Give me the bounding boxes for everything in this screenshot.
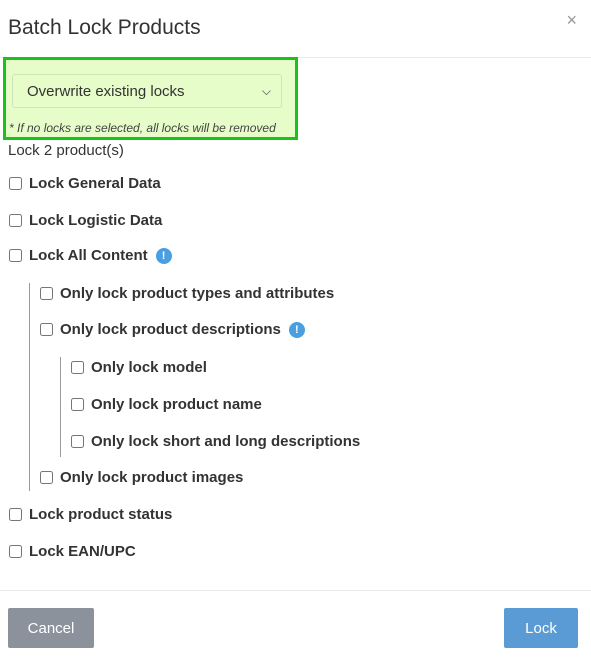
option-label: Only lock product name (91, 396, 262, 413)
info-icon[interactable]: ! (288, 321, 305, 338)
option-label: Lock Logistic Data (29, 212, 163, 229)
option-lock-product-name[interactable]: Only lock product name (71, 396, 262, 413)
checkbox-lock-product-name[interactable] (71, 398, 84, 411)
lock-button[interactable]: Lock (504, 608, 578, 648)
checkbox-lock-ean-upc[interactable] (9, 545, 22, 558)
option-lock-product-status[interactable]: Lock product status (9, 506, 172, 523)
tree-line-level-2 (60, 357, 61, 457)
option-label: Only lock model (91, 359, 207, 376)
option-lock-short-long-descriptions[interactable]: Only lock short and long descriptions (71, 433, 360, 450)
product-count-label: Lock 2 product(s) (8, 142, 124, 159)
modal-title: Batch Lock Products (8, 16, 201, 39)
cancel-button[interactable]: Cancel (8, 608, 94, 648)
option-lock-product-descriptions[interactable]: Only lock product descriptions ! (40, 321, 305, 338)
option-label: Lock EAN/UPC (29, 543, 136, 560)
option-lock-general-data[interactable]: Lock General Data (9, 175, 161, 192)
option-lock-product-images[interactable]: Only lock product images (40, 469, 243, 486)
option-label: Lock General Data (29, 175, 161, 192)
lock-mode-note: * If no locks are selected, all locks wi… (9, 121, 276, 135)
checkbox-lock-model[interactable] (71, 361, 84, 374)
modal-header: Batch Lock Products × (0, 0, 591, 58)
option-label: Only lock product descriptions (60, 321, 281, 338)
modal-footer: Cancel Lock (0, 590, 591, 657)
option-lock-ean-upc[interactable]: Lock EAN/UPC (9, 543, 136, 560)
option-lock-model[interactable]: Only lock model (71, 359, 207, 376)
option-lock-all-content[interactable]: Lock All Content ! (9, 247, 172, 264)
checkbox-lock-product-status[interactable] (9, 508, 22, 521)
option-lock-types-attributes[interactable]: Only lock product types and attributes (40, 285, 334, 302)
checkbox-lock-product-images[interactable] (40, 471, 53, 484)
checkbox-lock-logistic-data[interactable] (9, 214, 22, 227)
checkbox-lock-product-descriptions[interactable] (40, 323, 53, 336)
checkbox-lock-general-data[interactable] (9, 177, 22, 190)
option-label: Lock All Content (29, 247, 148, 264)
checkbox-lock-types-attributes[interactable] (40, 287, 53, 300)
checkbox-lock-all-content[interactable] (9, 249, 22, 262)
option-label: Only lock product images (60, 469, 244, 486)
chevron-down-icon: ⌵ (261, 83, 271, 98)
option-label: Only lock short and long descriptions (91, 433, 361, 450)
lock-mode-select[interactable]: Overwrite existing locks ⌵ (12, 74, 282, 108)
close-icon[interactable]: × (566, 10, 577, 30)
tree-line-level-1 (29, 283, 30, 491)
lock-mode-panel: Overwrite existing locks ⌵ * If no locks… (3, 57, 298, 140)
option-label: Only lock product types and attributes (60, 285, 335, 302)
option-lock-logistic-data[interactable]: Lock Logistic Data (9, 212, 162, 229)
lock-mode-selected-value: Overwrite existing locks (27, 82, 185, 100)
batch-lock-modal: Batch Lock Products × Overwrite existing… (0, 0, 591, 657)
info-icon[interactable]: ! (155, 247, 172, 264)
option-label: Lock product status (29, 506, 173, 523)
checkbox-lock-short-long-descriptions[interactable] (71, 435, 84, 448)
